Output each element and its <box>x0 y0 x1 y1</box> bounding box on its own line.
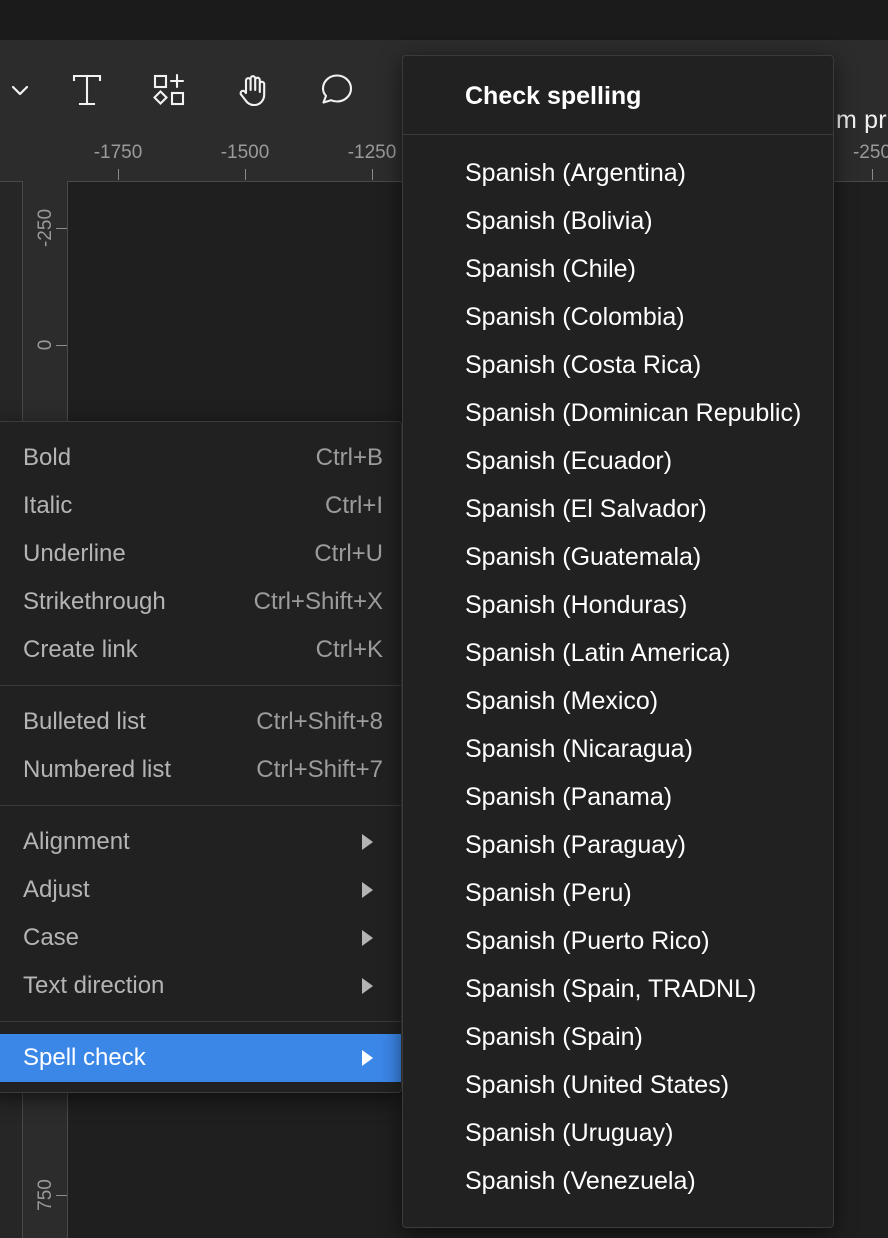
menu-item-label: Adjust <box>23 876 90 903</box>
menu-item-shortcut: Ctrl+K <box>315 636 383 663</box>
menu-item-label: Spell check <box>23 1044 146 1071</box>
menu-item-spell-check[interactable]: Spell check <box>0 1034 401 1082</box>
submenu-item-spanish-el-salvador[interactable]: Spanish (El Salvador) <box>403 485 833 533</box>
menu-item-alignment[interactable]: Alignment <box>0 818 401 866</box>
menu-separator <box>0 805 401 806</box>
submenu-item-spanish-honduras[interactable]: Spanish (Honduras) <box>403 581 833 629</box>
submenu-item-spanish-united-states[interactable]: Spanish (United States) <box>403 1061 833 1109</box>
ruler-tick-label: -1250 <box>347 142 397 163</box>
ruler-tick-mark <box>118 169 119 180</box>
menu-item-numbered-list[interactable]: Numbered list Ctrl+Shift+7 <box>0 746 401 794</box>
submenu-item-spanish-puerto-rico[interactable]: Spanish (Puerto Rico) <box>403 917 833 965</box>
toolbar-clipped-label: m pr <box>836 106 887 134</box>
ruler-tick-label: -1500 <box>220 142 270 163</box>
comment-tool-icon[interactable] <box>306 59 368 121</box>
submenu-item-spanish-colombia[interactable]: Spanish (Colombia) <box>403 293 833 341</box>
menu-item-label: Create link <box>23 636 138 663</box>
submenu-item-spanish-venezuela[interactable]: Spanish (Venezuela) <box>403 1157 833 1205</box>
ruler-tick-label: 750 <box>35 1179 56 1211</box>
ruler-tick-mark <box>872 169 873 180</box>
submenu-item-spanish-ecuador[interactable]: Spanish (Ecuador) <box>403 437 833 485</box>
hand-tool-icon[interactable] <box>222 59 284 121</box>
ruler-tick-mark <box>56 1195 67 1196</box>
menu-item-shortcut: Ctrl+Shift+7 <box>256 756 383 783</box>
menu-item-shortcut: Ctrl+Shift+8 <box>256 708 383 735</box>
submenu-item-spanish-uruguay[interactable]: Spanish (Uruguay) <box>403 1109 833 1157</box>
submenu-arrow-icon <box>362 1050 373 1066</box>
spell-check-submenu: Check spelling Spanish (Argentina) Spanis… <box>402 55 834 1228</box>
submenu-item-spanish-latin-america[interactable]: Spanish (Latin America) <box>403 629 833 677</box>
menu-item-adjust[interactable]: Adjust <box>0 866 401 914</box>
submenu-item-spanish-nicaragua[interactable]: Spanish (Nicaragua) <box>403 725 833 773</box>
submenu-item-spanish-paraguay[interactable]: Spanish (Paraguay) <box>403 821 833 869</box>
menu-separator <box>0 685 401 686</box>
ruler-tick-label: -250 <box>852 142 888 163</box>
application-root: m pr -1750 -1500 -1250 -250 -250 0 750 Bold Ct… <box>0 0 888 1238</box>
submenu-arrow-icon <box>362 930 373 946</box>
submenu-item-spanish-spain[interactable]: Spanish (Spain) <box>403 1013 833 1061</box>
submenu-item-spanish-panama[interactable]: Spanish (Panama) <box>403 773 833 821</box>
menu-item-shortcut: Ctrl+I <box>324 492 383 519</box>
menu-item-label: Underline <box>23 540 126 567</box>
text-tool-icon[interactable] <box>56 59 118 121</box>
menu-item-label: Bulleted list <box>23 708 146 735</box>
submenu-item-spanish-mexico[interactable]: Spanish (Mexico) <box>403 677 833 725</box>
ruler-tick-mark <box>56 345 67 346</box>
submenu-item-spanish-chile[interactable]: Spanish (Chile) <box>403 245 833 293</box>
chevron-down-icon[interactable] <box>0 59 40 121</box>
submenu-arrow-icon <box>362 882 373 898</box>
menu-item-text-direction[interactable]: Text direction <box>0 962 401 1010</box>
menu-item-create-link[interactable]: Create link Ctrl+K <box>0 626 401 674</box>
submenu-item-spanish-bolivia[interactable]: Spanish (Bolivia) <box>403 197 833 245</box>
ruler-tick-mark <box>245 169 246 180</box>
submenu-item-spanish-spain-tradnl[interactable]: Spanish (Spain, TRADNL) <box>403 965 833 1013</box>
submenu-item-spanish-costa-rica[interactable]: Spanish (Costa Rica) <box>403 341 833 389</box>
menu-item-label: Case <box>23 924 80 951</box>
ruler-tick-mark <box>56 228 67 229</box>
submenu-arrow-icon <box>362 978 373 994</box>
menu-item-label: Bold <box>23 444 72 471</box>
menu-item-label: Numbered list <box>23 756 172 783</box>
submenu-item-spanish-guatemala[interactable]: Spanish (Guatemala) <box>403 533 833 581</box>
submenu-separator <box>403 134 833 135</box>
submenu-arrow-icon <box>362 834 373 850</box>
menu-item-bold[interactable]: Bold Ctrl+B <box>0 434 401 482</box>
title-bar <box>0 0 888 40</box>
menu-item-label: Italic <box>23 492 73 519</box>
menu-item-strikethrough[interactable]: Strikethrough Ctrl+Shift+X <box>0 578 401 626</box>
menu-item-case[interactable]: Case <box>0 914 401 962</box>
menu-item-label: Strikethrough <box>23 588 166 615</box>
shapes-tool-icon[interactable] <box>138 59 200 121</box>
menu-item-label: Text direction <box>23 972 165 999</box>
submenu-item-spanish-argentina[interactable]: Spanish (Argentina) <box>403 149 833 197</box>
submenu-item-spanish-dominican-republic[interactable]: Spanish (Dominican Republic) <box>403 389 833 437</box>
ruler-tick-mark <box>372 169 373 180</box>
ruler-tick-label: -1750 <box>93 142 143 163</box>
menu-item-label: Alignment <box>23 828 130 855</box>
menu-item-underline[interactable]: Underline Ctrl+U <box>0 530 401 578</box>
submenu-header-check-spelling[interactable]: Check spelling <box>403 66 833 126</box>
text-context-menu: Bold Ctrl+B Italic Ctrl+I Underline Ctrl+U Str… <box>0 421 402 1093</box>
ruler-tick-label: 0 <box>35 339 56 351</box>
menu-separator <box>0 1021 401 1022</box>
menu-item-shortcut: Ctrl+U <box>314 540 383 567</box>
submenu-item-spanish-peru[interactable]: Spanish (Peru) <box>403 869 833 917</box>
menu-item-shortcut: Ctrl+Shift+X <box>253 588 383 615</box>
menu-item-shortcut: Ctrl+B <box>315 444 383 471</box>
menu-item-italic[interactable]: Italic Ctrl+I <box>0 482 401 530</box>
ruler-tick-label: -250 <box>35 208 56 248</box>
menu-item-bulleted-list[interactable]: Bulleted list Ctrl+Shift+8 <box>0 698 401 746</box>
